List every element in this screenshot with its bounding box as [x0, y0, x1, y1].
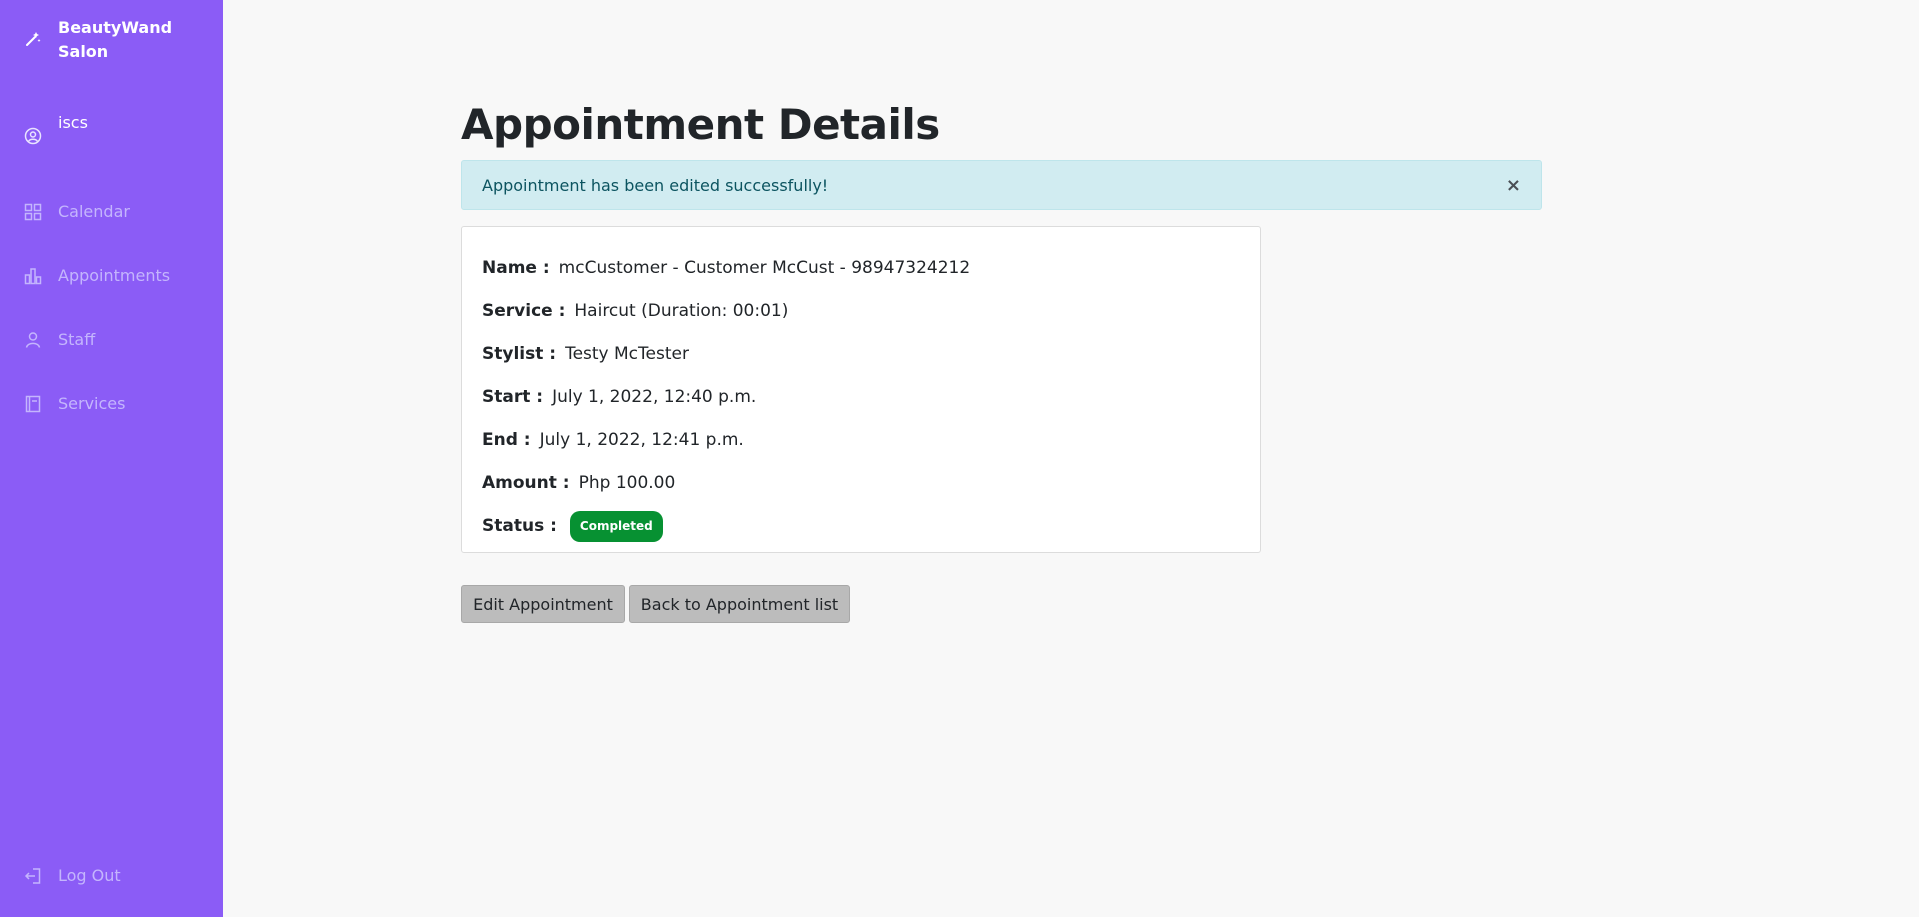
appointment-details-card: Name : mcCustomer - Customer McCust - 98… — [461, 226, 1261, 553]
name-label: Name : — [482, 258, 550, 278]
start-value: July 1, 2022, 12:40 p.m. — [552, 387, 757, 407]
detail-row-end: End : July 1, 2022, 12:41 p.m. — [482, 419, 1240, 462]
status-badge: Completed — [569, 511, 663, 542]
sidebar-item-label: Services — [58, 394, 126, 413]
logout-icon — [24, 867, 42, 885]
status-label: Status : — [482, 516, 557, 536]
end-label: End : — [482, 430, 531, 450]
close-icon[interactable]: × — [1506, 175, 1521, 196]
stylist-label: Stylist : — [482, 344, 557, 364]
user-name: iscs — [58, 113, 88, 132]
user-profile[interactable]: iscs — [24, 113, 88, 145]
brand-name: BeautyWand Salon — [58, 18, 173, 61]
amount-value: Php 100.00 — [578, 473, 676, 493]
name-value: mcCustomer - Customer McCust - 989473242… — [558, 258, 971, 278]
sidebar-item-label: Staff — [58, 330, 96, 349]
service-label: Service : — [482, 301, 566, 321]
sidebar-item-services[interactable]: Services — [24, 394, 125, 413]
page-title: Appointment Details — [461, 100, 940, 149]
detail-row-name: Name : mcCustomer - Customer McCust - 98… — [482, 247, 1240, 290]
brand[interactable]: BeautyWand Salon — [24, 16, 188, 64]
detail-row-service: Service : Haircut (Duration: 00:01) — [482, 290, 1240, 333]
end-value: July 1, 2022, 12:41 p.m. — [539, 430, 744, 450]
magic-wand-icon — [24, 30, 42, 48]
book-icon — [24, 395, 42, 413]
back-to-list-button[interactable]: Back to Appointment list — [629, 585, 850, 623]
detail-row-stylist: Stylist : Testy McTester — [482, 333, 1240, 376]
start-label: Start : — [482, 387, 544, 407]
user-circle-icon — [24, 127, 42, 145]
sidebar-item-calendar[interactable]: Calendar — [24, 202, 130, 221]
sidebar: BeautyWand Salon iscs Calendar Appointme… — [0, 0, 223, 917]
amount-label: Amount : — [482, 473, 570, 493]
sidebar-item-label: Appointments — [58, 266, 171, 285]
edit-appointment-button[interactable]: Edit Appointment — [461, 585, 625, 623]
detail-row-status: Status : Completed — [482, 505, 1240, 548]
person-icon — [24, 331, 42, 349]
logout-button[interactable]: Log Out — [24, 866, 121, 885]
grid-icon — [24, 203, 42, 221]
sidebar-item-appointments[interactable]: Appointments — [24, 266, 170, 285]
stylist-value: Testy McTester — [565, 344, 689, 364]
service-value: Haircut (Duration: 00:01) — [574, 301, 789, 321]
bar-chart-icon — [24, 267, 42, 285]
sidebar-item-label: Calendar — [58, 202, 130, 221]
alert-message: Appointment has been edited successfully… — [482, 175, 829, 195]
detail-row-amount: Amount : Php 100.00 — [482, 462, 1240, 505]
detail-row-start: Start : July 1, 2022, 12:40 p.m. — [482, 376, 1240, 419]
logout-label: Log Out — [58, 866, 121, 885]
success-alert: Appointment has been edited successfully… — [461, 160, 1542, 210]
sidebar-item-staff[interactable]: Staff — [24, 330, 95, 349]
